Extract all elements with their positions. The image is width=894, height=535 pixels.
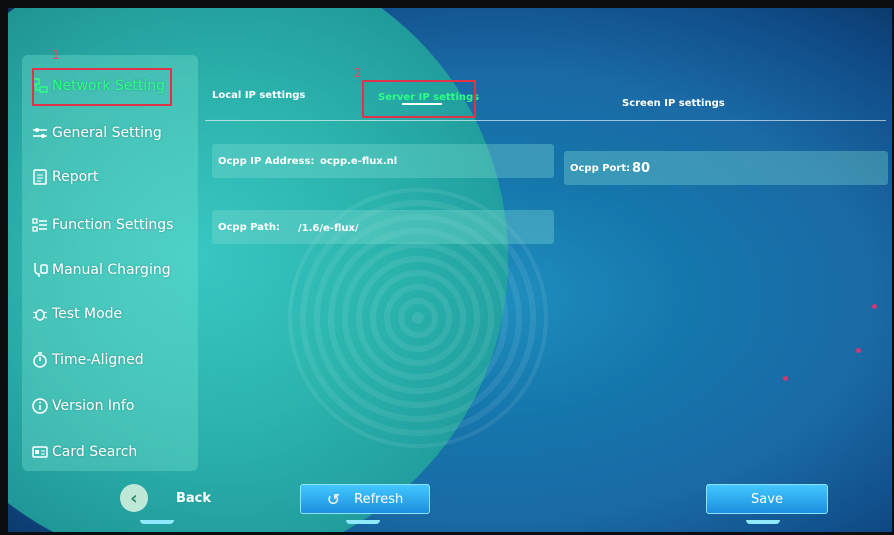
save-button[interactable]: Save	[706, 484, 828, 514]
sidebar-item-label: Manual Charging	[52, 262, 171, 278]
save-button-label: Save	[751, 491, 783, 507]
ocpp-path-label: Ocpp Path:	[218, 221, 280, 233]
reflection-glint	[856, 348, 861, 353]
info-icon	[30, 396, 50, 416]
sidebar-item-version-info[interactable]: Version Info	[30, 389, 134, 423]
ocpp-ip-address-field[interactable]: Ocpp IP Address: ocpp.e-flux.nl	[212, 144, 554, 178]
id-card-icon	[30, 442, 50, 462]
sidebar-item-test-mode[interactable]: Test Mode	[30, 297, 122, 331]
annotation-box-server-ip-tab	[362, 80, 476, 118]
sidebar-item-general-setting[interactable]: General Setting	[30, 116, 162, 150]
sidebar-item-label: Function Settings	[52, 217, 174, 233]
ocpp-path-value: /1.6/e-flux/	[298, 223, 359, 234]
tab-local-ip-settings[interactable]: Local IP settings	[212, 80, 305, 110]
function-list-icon	[30, 215, 50, 235]
refresh-button[interactable]: ↺ Refresh	[300, 484, 430, 514]
ocpp-port-label: Ocpp Port:	[570, 162, 631, 174]
sliders-icon	[30, 123, 50, 143]
sidebar-item-manual-charging[interactable]: Manual Charging	[30, 253, 171, 287]
ocpp-ip-address-value: ocpp.e-flux.nl	[320, 155, 398, 167]
back-label[interactable]: Back	[176, 491, 211, 506]
tab-screen-ip-settings[interactable]: Screen IP settings	[622, 88, 725, 118]
sidebar-item-label: Card Search	[52, 444, 138, 460]
annotation-number-1: 1	[52, 48, 60, 62]
reflection-glint	[783, 376, 788, 381]
swipe-indicator	[140, 520, 174, 524]
refresh-icon: ↺	[326, 489, 341, 509]
tab-divider	[205, 120, 886, 121]
settings-tabs: Local IP settings Server IP settings Scr…	[210, 80, 886, 120]
sidebar: Network Setting General Setting Report F…	[22, 55, 198, 471]
ocpp-path-field[interactable]: Ocpp Path: /1.6/e-flux/	[212, 210, 554, 244]
ocpp-port-field[interactable]: Ocpp Port: 80	[564, 151, 888, 185]
sidebar-item-function-settings[interactable]: Function Settings	[30, 208, 173, 242]
bug-icon	[30, 304, 50, 324]
sidebar-item-report[interactable]: Report	[30, 160, 98, 194]
refresh-button-label: Refresh	[354, 491, 404, 507]
sidebar-item-label: Report	[52, 169, 99, 185]
ocpp-ip-address-label: Ocpp IP Address:	[218, 155, 315, 167]
reflection-glint	[872, 304, 877, 309]
sidebar-item-label: General Setting	[52, 125, 162, 141]
report-icon	[30, 167, 50, 187]
sidebar-item-label: Time-Aligned	[52, 352, 144, 368]
swipe-indicator	[746, 520, 780, 524]
timer-icon	[30, 350, 50, 370]
charging-plug-icon	[30, 260, 50, 280]
chevron-left-icon: ‹	[130, 487, 138, 509]
ocpp-port-value: 80	[632, 160, 651, 176]
annotation-number-2: 2	[354, 66, 362, 80]
swipe-indicator	[346, 520, 380, 524]
annotation-box-network-setting	[32, 68, 172, 106]
sidebar-item-label: Version Info	[52, 398, 135, 414]
sidebar-item-label: Test Mode	[52, 306, 123, 322]
back-button[interactable]: ‹	[120, 484, 148, 512]
sidebar-item-card-search[interactable]: Card Search	[30, 435, 137, 469]
sidebar-item-time-aligned[interactable]: Time-Aligned	[30, 343, 144, 377]
